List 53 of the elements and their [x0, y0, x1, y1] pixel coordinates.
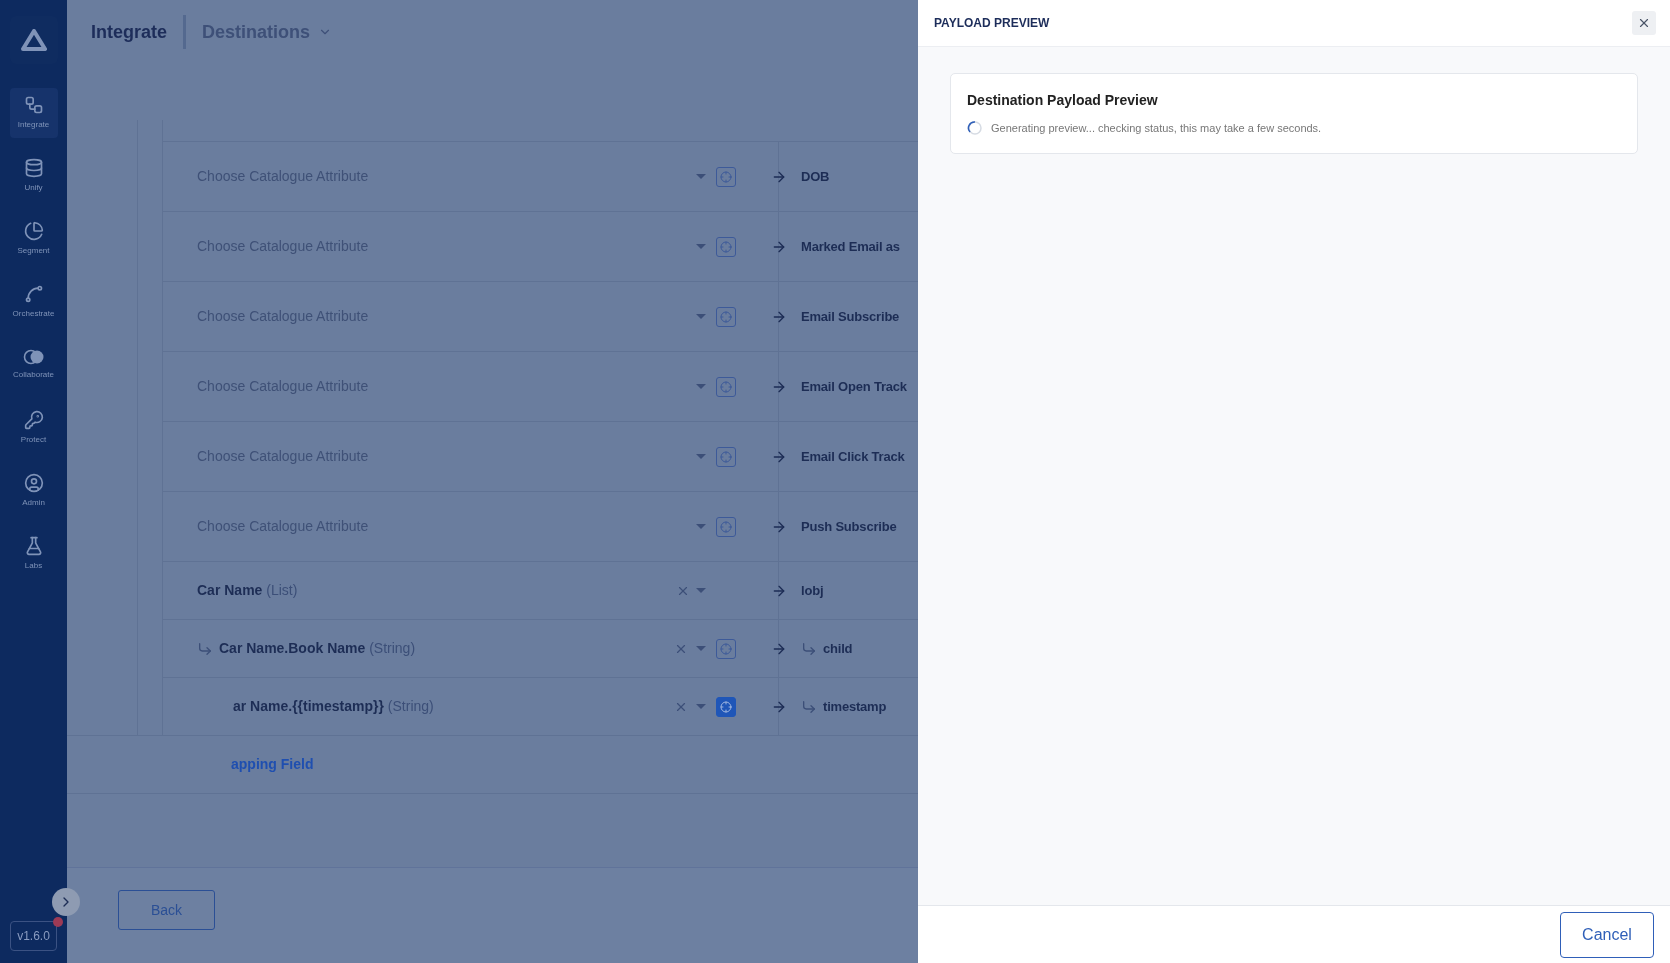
caret-icon[interactable] [696, 454, 706, 459]
mapping-target-icon[interactable] [716, 516, 736, 537]
spinner-icon [967, 120, 983, 137]
caret-icon[interactable] [696, 314, 706, 319]
nodes-icon [23, 95, 44, 115]
mapping-target-icon[interactable] [716, 236, 736, 257]
destination-field: child [823, 638, 853, 659]
card-title: Destination Payload Preview [967, 91, 1159, 110]
status-text: Generating preview... checking status, this may take a few seconds. [991, 121, 1322, 136]
cancel-button[interactable]: Cancel [1560, 911, 1654, 958]
caret-icon[interactable] [696, 524, 706, 529]
destination-field: timestamp [823, 696, 887, 717]
mapping-target-icon[interactable] [716, 376, 736, 397]
caret-icon[interactable] [696, 704, 706, 709]
destination-field: Email Subscribe [801, 306, 900, 327]
close-icon [1637, 16, 1651, 30]
mapping-target-icon[interactable] [716, 166, 736, 187]
caret-icon[interactable] [696, 646, 706, 651]
child-branch-icon [197, 640, 213, 657]
nav-item[interactable]: Segment [9, 214, 58, 264]
destination-field: Email Open Track [801, 376, 907, 397]
nav-item[interactable]: Protect [9, 403, 58, 453]
nav-item[interactable]: Orchestrate [9, 277, 58, 327]
nav-item[interactable]: Collaborate [9, 340, 58, 390]
mapping-target-icon[interactable] [716, 446, 736, 467]
child-branch-icon [801, 640, 817, 657]
destination-field: Marked Email as [801, 236, 900, 257]
mapping-target-icon[interactable] [716, 638, 736, 659]
caret-icon[interactable] [696, 174, 706, 179]
caret-icon[interactable] [696, 384, 706, 389]
nav-item[interactable]: Integrate [9, 88, 58, 138]
destination-field: Push Subscribe [801, 516, 897, 537]
nav-item[interactable]: Labs [9, 529, 58, 579]
user-circle-icon [23, 473, 44, 493]
mapping-target-icon[interactable] [716, 306, 736, 327]
page-title: Integrate [91, 20, 168, 44]
nav-item[interactable]: Admin [9, 466, 58, 516]
destination-field: DOB [801, 166, 830, 187]
flow-icon [23, 284, 44, 304]
panel-title: PAYLOAD PREVIEW [934, 15, 1050, 32]
caret-icon[interactable] [696, 244, 706, 249]
expand-button[interactable] [52, 888, 80, 916]
key-icon [23, 410, 44, 430]
child-branch-icon [801, 698, 817, 715]
close-button[interactable] [1632, 11, 1656, 35]
nav-item[interactable]: Unify [9, 151, 58, 201]
database-icon [23, 158, 44, 178]
pie-chart-icon [23, 221, 44, 241]
caret-icon[interactable] [696, 588, 706, 593]
overlap-circles-icon [22, 349, 45, 365]
destination-field: Email Click Track [801, 446, 905, 467]
mapping-target-icon[interactable] [716, 696, 736, 717]
destination-field: lobj [801, 580, 824, 601]
